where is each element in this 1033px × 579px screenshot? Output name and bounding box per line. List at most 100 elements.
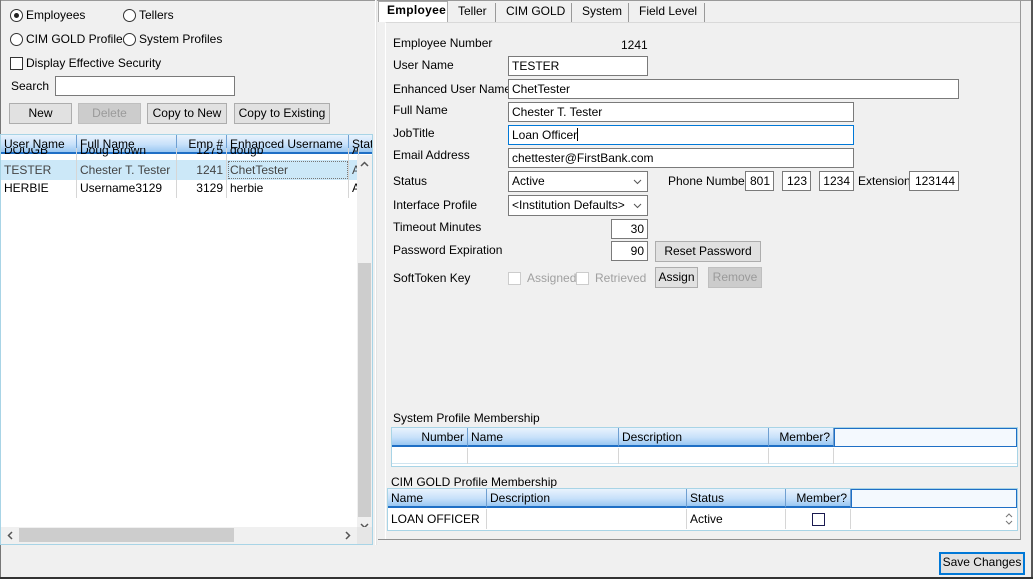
radio-indicator xyxy=(123,8,136,22)
cim-gold-profile-membership-grid: Name Description Status Member? LOAN OFF… xyxy=(387,488,1018,531)
vertical-scrollbar[interactable] xyxy=(357,155,372,534)
column-header-description[interactable]: Description xyxy=(619,428,769,447)
horizontal-scroll-thumb[interactable] xyxy=(19,528,234,542)
tab-field-level[interactable]: Field Level xyxy=(631,3,705,22)
assign-button[interactable]: Assign xyxy=(655,267,698,288)
phone-line-input[interactable]: 1234 xyxy=(819,171,854,191)
display-effective-security-checkbox[interactable]: Display Effective Security xyxy=(10,56,161,70)
search-input[interactable] xyxy=(55,76,235,96)
new-button[interactable]: New xyxy=(9,103,72,124)
enhanced-user-name-input[interactable]: ChetTester xyxy=(508,79,959,99)
scroll-up-arrow-icon[interactable] xyxy=(357,157,371,171)
cell-user-name: HERBIE xyxy=(1,178,77,198)
radio-label: Employees xyxy=(26,8,86,22)
reset-password-button[interactable]: Reset Password xyxy=(655,241,761,262)
interface-profile-selected-value: <Institution Defaults> xyxy=(512,198,625,212)
column-header-status[interactable]: Status xyxy=(687,489,786,508)
system-profile-membership-grid: Number Name Description Member? xyxy=(391,427,1018,467)
email-input[interactable]: chettester@FirstBank.com xyxy=(508,148,854,168)
save-changes-button[interactable]: Save Changes xyxy=(939,552,1025,575)
retrieved-checkbox: Retrieved xyxy=(576,271,646,285)
full-name-input[interactable]: Chester T. Tester xyxy=(508,102,854,122)
full-name-label: Full Name xyxy=(393,103,448,117)
user-grid: User Name Full Name Emp # Enhanced Usern… xyxy=(0,134,373,545)
phone-area-code-input[interactable]: 801 xyxy=(745,171,774,191)
extension-input[interactable]: 123144 xyxy=(909,171,959,191)
enhanced-user-name-label: Enhanced User Name xyxy=(393,82,512,96)
timeout-minutes-label: Timeout Minutes xyxy=(393,220,482,234)
column-header-member[interactable]: Member? xyxy=(786,489,851,508)
checkbox-box xyxy=(508,271,521,285)
tab-system[interactable]: System xyxy=(574,3,629,22)
system-profile-membership-label: System Profile Membership xyxy=(393,411,540,425)
horizontal-scrollbar[interactable] xyxy=(1,527,357,544)
column-header-name[interactable]: Name xyxy=(468,428,619,447)
checkbox-box xyxy=(576,271,589,285)
cell-full-name: Chester T. Tester xyxy=(77,160,177,180)
cell-enhanced-username: dougb xyxy=(227,148,349,160)
column-header-filler xyxy=(851,489,1017,508)
cell-member xyxy=(786,509,851,529)
scroll-right-arrow-icon[interactable] xyxy=(341,528,355,542)
employee-number-label: Employee Number xyxy=(393,36,493,50)
radio-cim-gold-profiles[interactable]: CIM GOLD Profiles xyxy=(10,32,129,46)
checkbox-label: Assigned xyxy=(527,271,577,285)
column-header-member[interactable]: Member? xyxy=(769,428,834,447)
cell-enhanced-username: herbie xyxy=(227,178,349,198)
cell-full-name: Doug Brown xyxy=(77,148,177,160)
password-expiration-input[interactable]: 90 xyxy=(611,241,648,261)
tab-cim-gold[interactable]: CIM GOLD xyxy=(498,3,572,22)
job-title-input[interactable]: Loan Officer xyxy=(508,125,854,145)
text-caret xyxy=(577,128,579,141)
interface-profile-select[interactable]: <Institution Defaults> xyxy=(508,195,648,216)
radio-tellers[interactable]: Tellers xyxy=(123,8,174,22)
radio-employees[interactable]: Employees xyxy=(10,8,85,22)
checkbox-box xyxy=(10,56,23,70)
column-header-number[interactable]: Number xyxy=(392,428,468,447)
radio-label: CIM GOLD Profiles xyxy=(26,32,129,46)
cim-gold-profile-membership-label: CIM GOLD Profile Membership xyxy=(391,475,558,489)
table-row[interactable]: TESTER Chester T. Tester 1241 ChetTester… xyxy=(1,160,359,180)
chevron-down-icon xyxy=(633,179,642,185)
cell xyxy=(392,448,468,464)
phone-number-label: Phone Number xyxy=(668,174,749,188)
table-row-empty xyxy=(392,448,1017,464)
delete-button: Delete xyxy=(78,103,141,124)
vertical-scroll-thumb[interactable] xyxy=(358,263,371,517)
table-row[interactable]: HERBIE Username3129 3129 herbie A xyxy=(1,178,359,198)
radio-label: Tellers xyxy=(139,8,174,22)
radio-indicator xyxy=(10,8,23,22)
table-row[interactable]: DOUGB Doug Brown 1275 dougb A xyxy=(1,148,359,160)
tab-employee[interactable]: Employee xyxy=(378,1,448,22)
column-header-filler xyxy=(834,428,1017,447)
cell-emp-number: 3129 xyxy=(177,178,227,198)
timeout-minutes-input[interactable]: 30 xyxy=(611,219,648,239)
email-label: Email Address xyxy=(393,148,470,162)
column-header-description[interactable]: Description xyxy=(487,489,687,508)
table-row[interactable]: LOAN OFFICER Active xyxy=(388,509,1017,529)
cell xyxy=(468,448,619,464)
remove-button: Remove xyxy=(708,267,762,288)
cell-status: Active xyxy=(687,509,786,529)
cell-user-name: DOUGB xyxy=(1,148,77,160)
copy-to-new-button[interactable]: Copy to New xyxy=(147,103,227,124)
scrollbar-corner xyxy=(357,527,372,544)
cell-full-name: Username3129 xyxy=(77,178,177,198)
column-header-name[interactable]: Name xyxy=(388,489,487,508)
status-select[interactable]: Active xyxy=(508,171,648,192)
radio-system-profiles[interactable]: System Profiles xyxy=(123,32,222,46)
window-border-top xyxy=(0,0,1033,1)
phone-prefix-input[interactable]: 123 xyxy=(782,171,811,191)
copy-to-existing-button[interactable]: Copy to Existing xyxy=(234,103,330,124)
checkbox-label: Display Effective Security xyxy=(26,56,162,70)
cell-description xyxy=(487,509,687,529)
splitter[interactable] xyxy=(375,0,377,545)
member-checkbox[interactable] xyxy=(811,512,825,526)
user-name-input[interactable]: TESTER xyxy=(508,56,648,76)
tab-teller[interactable]: Teller xyxy=(450,3,496,22)
row-scroll-updown-icon[interactable] xyxy=(1005,511,1013,527)
cell xyxy=(834,448,1017,464)
cell xyxy=(619,448,769,464)
extension-label: Extension xyxy=(858,174,911,188)
scroll-left-arrow-icon[interactable] xyxy=(3,528,17,542)
